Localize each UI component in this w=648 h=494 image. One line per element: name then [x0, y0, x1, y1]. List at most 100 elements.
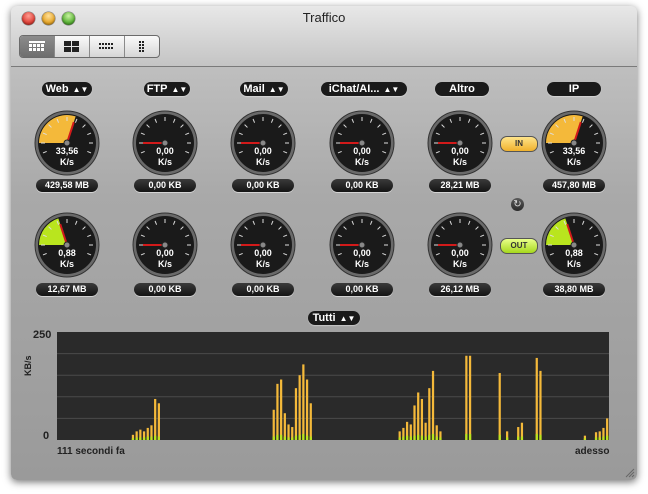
total-in-ip: 457,80 MB — [543, 179, 605, 192]
gauge-out-altro: 0,00 K/s — [427, 212, 493, 278]
updown-arrow-icon: ▲▼ — [339, 314, 356, 323]
bar-in — [420, 398, 424, 440]
view-segmented-control[interactable] — [19, 35, 160, 58]
bar-in — [417, 392, 420, 440]
total-out-ftp: 0,00 KB — [134, 283, 196, 296]
bar-out — [468, 433, 472, 440]
traffic-chart — [57, 332, 609, 440]
bar-out — [598, 437, 601, 440]
total-out-ichat: 0,00 KB — [331, 283, 393, 296]
out-indicator: OUT — [500, 238, 538, 254]
grid-column-icon — [139, 41, 144, 52]
bar-out — [428, 434, 431, 440]
bar-out — [298, 434, 301, 440]
bar-in — [276, 383, 279, 440]
mail-selector[interactable]: Mail ▲▼ — [240, 82, 288, 96]
updown-arrow-icon: ▲▼ — [383, 85, 400, 94]
bar-out — [465, 433, 468, 440]
total-in-mail: 0,00 KB — [232, 179, 294, 192]
chart-background — [57, 332, 609, 440]
total-out-altro: 26,12 MB — [429, 283, 491, 296]
bar-in — [154, 398, 157, 440]
bar-in — [498, 373, 501, 440]
bar-out — [131, 438, 135, 440]
bar-in — [283, 413, 286, 440]
bar-out — [435, 436, 438, 440]
gauge-out-ichat: 0,00 K/s — [329, 212, 395, 278]
altro-label: Altro — [435, 82, 489, 96]
bar-out — [517, 436, 520, 440]
total-in-ichat: 0,00 KB — [331, 179, 393, 192]
bar-out — [150, 436, 153, 440]
bar-out — [413, 435, 416, 440]
refresh-icon[interactable]: ↻ — [511, 198, 524, 211]
bar-out — [287, 437, 290, 440]
bar-in — [157, 403, 160, 440]
total-in-web: 429,58 MB — [36, 179, 98, 192]
bar-in — [294, 388, 298, 440]
y-tick-max: 250 — [33, 329, 52, 341]
gauge-in-mail: 0,00 K/s — [230, 110, 296, 176]
bar-out — [157, 436, 160, 440]
title-bar: Traffico — [11, 6, 637, 67]
gauge-in-ftp: 0,00 K/s — [132, 110, 198, 176]
bar-out — [135, 437, 138, 440]
bar-out — [594, 437, 598, 440]
x-end-label: adesso — [575, 446, 610, 457]
updown-arrow-icon: ▲▼ — [171, 85, 188, 94]
grid-wide-icon — [29, 41, 45, 51]
y-axis-label: KB/s — [23, 355, 33, 376]
bar-out — [602, 436, 605, 440]
gauge-in-altro: 0,00 K/s — [427, 110, 493, 176]
updown-arrow-icon: ▲▼ — [72, 85, 89, 94]
total-out-mail: 0,00 KB — [232, 283, 294, 296]
view-list-button[interactable] — [125, 36, 159, 57]
bar-out — [405, 435, 409, 440]
view-quad-button[interactable] — [55, 36, 90, 57]
grid-dots-icon — [99, 43, 113, 49]
bar-out — [409, 436, 412, 440]
bar-in — [535, 357, 538, 440]
bar-out — [506, 437, 509, 440]
chart-filter-selector[interactable]: Tutti ▲▼ — [308, 311, 360, 325]
total-out-web: 12,67 MB — [36, 283, 98, 296]
bar-out — [305, 435, 309, 440]
bar-in — [465, 355, 468, 440]
traffic-window: Traffico Web ▲▼ FTP ▲▼ Mail ▲▼ iChat/AI... ▲… — [11, 6, 637, 480]
gauge-out-mail: 0,00 K/s — [230, 212, 296, 278]
bar-out — [583, 438, 587, 440]
bar-in — [428, 388, 431, 440]
bar-in — [468, 355, 472, 440]
ftp-selector[interactable]: FTP ▲▼ — [144, 82, 190, 96]
bar-out — [291, 437, 294, 440]
bar-out — [417, 434, 420, 440]
bar-in — [305, 379, 309, 440]
view-compact-button[interactable] — [90, 36, 125, 57]
x-start-label: 111 secondi fa — [57, 446, 125, 457]
gauge-in-ichat: 0,00 K/s — [329, 110, 395, 176]
bar-out — [309, 436, 312, 440]
bar-out — [276, 434, 279, 440]
bar-out — [402, 436, 405, 440]
view-full-button[interactable] — [20, 36, 55, 57]
bar-out — [431, 433, 435, 440]
grid-quad-icon — [64, 41, 79, 52]
bar-in — [309, 403, 312, 440]
total-out-ip: 38,80 MB — [543, 283, 605, 296]
bar-out — [520, 436, 524, 440]
gauge-in-web: 33,56 K/s — [34, 110, 100, 176]
bar-in — [280, 379, 283, 440]
bar-out — [535, 433, 538, 440]
gauge-out-ftp: 0,00 K/s — [132, 212, 198, 278]
ichat-selector[interactable]: iChat/AI... ▲▼ — [321, 82, 407, 96]
gauge-out-ip: 0,88 K/s — [541, 212, 607, 278]
bar-out — [398, 437, 401, 440]
resize-grip-icon[interactable] — [625, 468, 635, 478]
ip-label: IP — [547, 82, 601, 96]
gauge-in-ip: 33,56 K/s — [541, 110, 607, 176]
bar-in — [413, 405, 416, 440]
bar-out — [302, 433, 305, 440]
bar-out — [420, 435, 424, 440]
web-selector[interactable]: Web ▲▼ — [42, 82, 92, 96]
in-indicator: IN — [500, 136, 538, 152]
